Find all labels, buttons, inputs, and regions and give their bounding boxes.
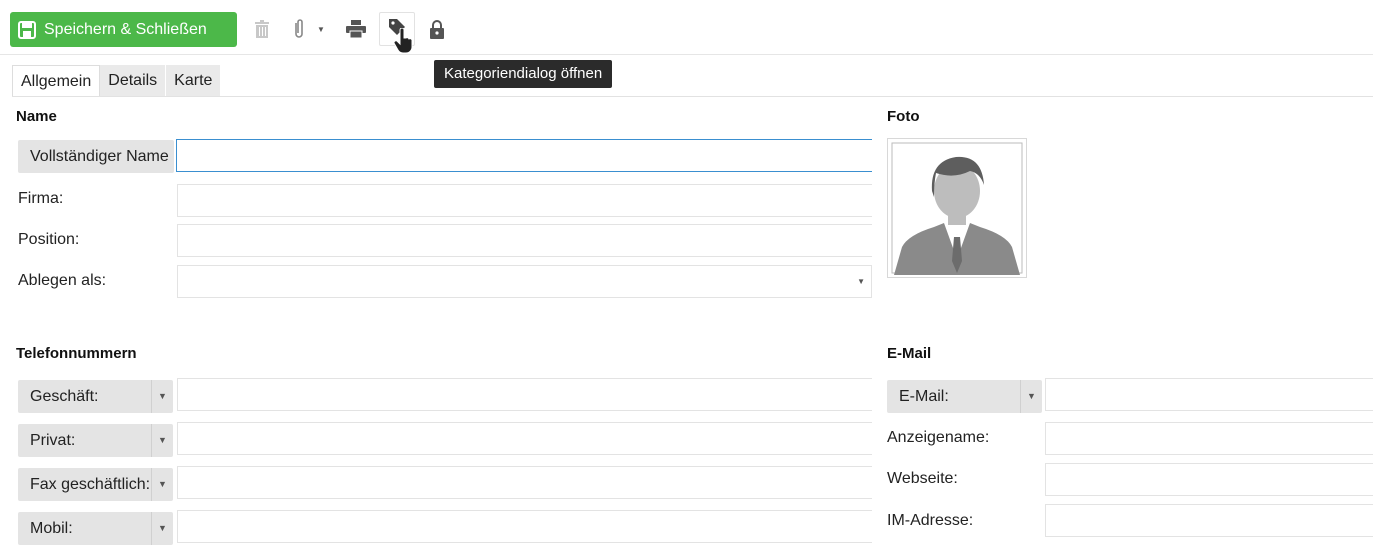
firma-label: Firma: [18,190,64,207]
position-label: Position: [18,231,80,248]
im-address-label: IM-Adresse: [887,512,974,529]
position-input[interactable] [177,224,872,257]
toolbar: Speichern & Schließen ▼ [0,0,1373,55]
contact-photo[interactable] [887,138,1027,278]
chevron-down-icon: ▼ [151,380,173,413]
chevron-down-icon: ▼ [151,424,173,457]
lock-icon[interactable] [425,16,449,42]
ablegen-als-label: Ablegen als: [18,272,107,289]
attachment-dropdown-icon[interactable]: ▼ [314,16,328,42]
avatar-placeholder-icon [891,142,1023,275]
phone-type-mobile-button[interactable]: Mobil: ▼ [18,512,173,545]
chevron-down-icon: ▼ [1020,380,1042,413]
phone-private-input[interactable] [177,422,872,455]
tab-divider [12,96,1373,97]
phone-type-label: Fax geschäftlich: [30,476,151,493]
phone-type-label: Mobil: [30,520,73,537]
phone-type-private-button[interactable]: Privat: ▼ [18,424,173,457]
phone-fax-input[interactable] [177,466,872,499]
chevron-down-icon: ▼ [151,512,173,545]
chevron-down-icon: ▼ [857,277,865,286]
save-icon [18,20,36,39]
anzeigename-input[interactable] [1045,422,1373,455]
phone-mobile-input[interactable] [177,510,872,543]
print-icon[interactable] [344,16,368,42]
email-section-title: E-Mail [887,345,932,362]
firma-input[interactable] [177,184,872,217]
phone-section-title: Telefonnummern [16,345,137,362]
webseite-label: Webseite: [887,470,958,487]
tab-bar: Allgemein Details Karte [12,65,222,97]
tooltip: Kategoriendialog öffnen [434,60,613,88]
phone-type-business-button[interactable]: Geschäft: ▼ [18,380,173,413]
tab-details[interactable]: Details [100,65,167,97]
name-section-title: Name [16,108,57,125]
email-type-label: E-Mail: [899,388,949,405]
tab-karte[interactable]: Karte [166,65,222,97]
chevron-down-icon: ▼ [151,468,173,501]
delete-icon[interactable] [250,16,274,42]
phone-type-label: Privat: [30,432,76,449]
tab-allgemein[interactable]: Allgemein [12,65,101,97]
attachment-icon[interactable] [287,16,311,42]
photo-section-title: Foto [887,108,920,125]
email-input[interactable] [1045,378,1373,411]
anzeigename-label: Anzeigename: [887,429,990,446]
im-address-input[interactable] [1045,504,1373,537]
hand-pointer-icon [393,27,415,59]
full-name-input[interactable] [176,139,872,172]
phone-business-input[interactable] [177,378,872,411]
full-name-button[interactable]: Vollständiger Name [18,140,174,173]
email-type-button[interactable]: E-Mail: ▼ [887,380,1042,413]
save-button-label: Speichern & Schließen [44,20,207,38]
webseite-input[interactable] [1045,463,1373,496]
ablegen-als-select[interactable]: ▼ [177,265,872,298]
phone-type-fax-button[interactable]: Fax geschäftlich: ▼ [18,468,173,501]
save-and-close-button[interactable]: Speichern & Schließen [10,12,237,47]
phone-type-label: Geschäft: [30,388,99,405]
